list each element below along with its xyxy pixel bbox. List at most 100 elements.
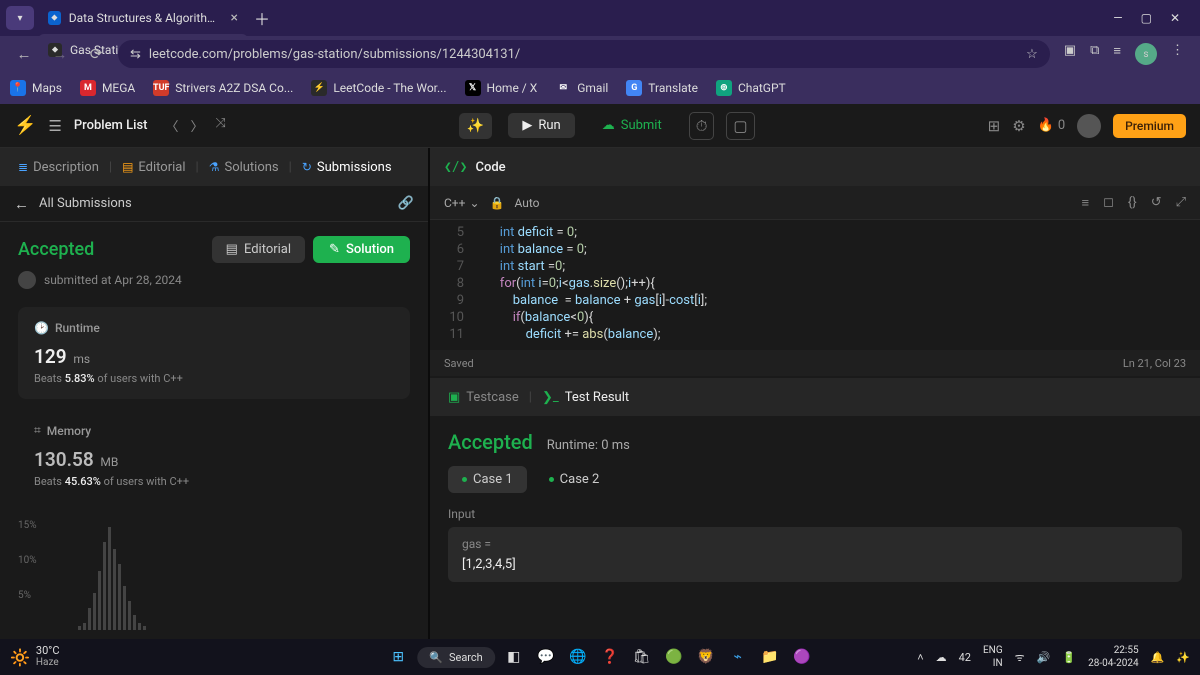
reset-icon[interactable]: ↺ xyxy=(1151,195,1162,211)
code-editor[interactable]: 567891011 int deficit = 0; int balance =… xyxy=(430,220,1200,350)
run-button[interactable]: ▶Run xyxy=(508,113,574,138)
submit-button[interactable]: ☁Submit xyxy=(587,112,677,139)
y-tick-label: 10% xyxy=(18,555,37,566)
bookmark-favicon: ⊚ xyxy=(716,80,732,96)
points-badge[interactable]: 42 xyxy=(959,651,971,664)
maximize-button[interactable]: ▢ xyxy=(1141,11,1152,25)
prev-problem-button[interactable]: 〈 xyxy=(165,116,178,135)
runtime-card[interactable]: 🕑Runtime 129 ms Beats 5.83% of users wit… xyxy=(18,307,410,399)
app-icon[interactable]: 🟣 xyxy=(789,644,815,670)
volume-icon[interactable]: 🔊 xyxy=(1037,651,1051,664)
submission-info: submitted at Apr 28, 2024 xyxy=(18,271,428,289)
close-tab-icon[interactable]: × xyxy=(231,10,238,26)
chat-icon[interactable]: 💬 xyxy=(533,644,559,670)
next-problem-button[interactable]: 〉 xyxy=(191,116,204,135)
explorer-icon[interactable]: 📁 xyxy=(757,644,783,670)
bookmark-item[interactable]: ⊚ChatGPT xyxy=(716,80,786,96)
premium-button[interactable]: Premium xyxy=(1113,114,1186,138)
back-arrow-icon[interactable]: ← xyxy=(14,195,29,213)
tab-test-result[interactable]: ❯_Test Result xyxy=(538,386,633,409)
close-window-button[interactable]: ✕ xyxy=(1170,11,1180,25)
case-tab[interactable]: Case 1 xyxy=(448,466,527,493)
link-icon[interactable]: 🔗 xyxy=(398,196,414,211)
taskbar-search[interactable]: 🔍Search xyxy=(417,647,495,668)
sidepanel-icon[interactable]: ≡ xyxy=(1113,43,1121,65)
bookmark-label: Translate xyxy=(648,81,698,95)
battery-icon[interactable]: 🔋 xyxy=(1062,651,1076,664)
copilot-icon[interactable]: ✨ xyxy=(1176,651,1190,664)
extensions-icon[interactable]: ⧉ xyxy=(1090,43,1099,65)
solution-button[interactable]: ✎Solution xyxy=(313,236,410,263)
new-tab-button[interactable]: ＋ xyxy=(248,4,276,32)
weather-widget[interactable]: 🔆 30°CHaze xyxy=(10,645,60,669)
edge-icon[interactable]: 🌐 xyxy=(565,644,591,670)
bookmark-item[interactable]: ⚡LeetCode - The Wor... xyxy=(311,80,446,96)
bookmark-item[interactable]: G Translate xyxy=(626,80,698,96)
system-tray: ˄ ☁ 42 ENGIN ᯤ 🔊 🔋 22:5528-04-2024 🔔 ✨ xyxy=(917,644,1190,670)
profile-avatar[interactable]: s xyxy=(1135,43,1157,65)
timer-icon[interactable]: ⏱ xyxy=(689,112,715,140)
bookmark-favicon: ✉ xyxy=(555,80,571,96)
list-icon[interactable]: ☰ xyxy=(48,117,61,135)
brave-icon[interactable]: 🦁 xyxy=(693,644,719,670)
help-icon[interactable]: ❓ xyxy=(597,644,623,670)
notifications-icon[interactable]: 🔔 xyxy=(1151,651,1165,664)
format-icon[interactable]: ≡ xyxy=(1081,195,1089,211)
bookmark-item[interactable]: 📍Maps xyxy=(10,80,62,96)
browser-tab[interactable]: ⬥Data Structures & Algorithms M× xyxy=(38,2,248,34)
tab-submissions[interactable]: ↻Submissions xyxy=(296,156,398,179)
cast-icon[interactable]: ▣ xyxy=(1064,43,1076,65)
dashboard-icon[interactable]: ⊞ xyxy=(988,117,1001,135)
streak-counter[interactable]: 🔥 0 xyxy=(1038,118,1066,133)
vscode-icon[interactable]: ⌁ xyxy=(725,644,751,670)
menu-icon[interactable]: ⋮ xyxy=(1171,43,1184,65)
shuffle-button[interactable]: ⤨ xyxy=(216,116,226,135)
tab-editorial[interactable]: ▤Editorial xyxy=(116,156,191,179)
memory-card[interactable]: ⌗Memory 130.58 MB Beats 45.63% of users … xyxy=(18,419,410,502)
chart-bar xyxy=(128,601,131,630)
minimize-button[interactable]: — xyxy=(1113,11,1122,25)
back-button[interactable]: ← xyxy=(10,40,38,68)
site-info-icon[interactable]: ⇆ xyxy=(130,47,141,62)
bookmark-favicon: G xyxy=(626,80,642,96)
wifi-icon[interactable]: ᯤ xyxy=(1015,650,1025,665)
bookmark-item[interactable]: TUFStrivers A2Z DSA Co... xyxy=(153,80,293,96)
notes-icon[interactable]: ▢ xyxy=(726,112,754,140)
editor-toolbar: C++ ⌄ 🔒 Auto ≡ ◻ {} ↺ ⤢ xyxy=(430,186,1200,220)
start-button[interactable]: ⊞ xyxy=(385,644,411,670)
tab-solutions[interactable]: ⚗Solutions xyxy=(203,156,285,179)
store-icon[interactable]: 🛍 xyxy=(629,644,655,670)
code-header: ❮/❯ Code xyxy=(430,148,1200,186)
case-tab[interactable]: Case 2 xyxy=(535,466,614,493)
bookmark-star-icon[interactable]: ☆ xyxy=(1026,47,1038,62)
clock[interactable]: 22:5528-04-2024 xyxy=(1088,644,1139,670)
task-view-button[interactable]: ◧ xyxy=(501,644,527,670)
user-avatar[interactable] xyxy=(1077,114,1101,138)
tab-description[interactable]: ≣Description xyxy=(12,156,105,179)
forward-button[interactable]: → xyxy=(46,40,74,68)
cloud-icon[interactable]: ☁ xyxy=(936,651,947,664)
editorial-button[interactable]: ▤Editorial xyxy=(212,236,305,263)
all-submissions-link[interactable]: All Submissions xyxy=(39,196,132,211)
problem-list-link[interactable]: Problem List xyxy=(74,118,148,133)
language-indicator[interactable]: ENGIN xyxy=(983,644,1003,670)
settings-icon[interactable]: ⚙ xyxy=(1012,117,1025,135)
address-bar[interactable]: ⇆ leetcode.com/problems/gas-station/subm… xyxy=(118,40,1050,68)
fullscreen-icon[interactable]: ⤢ xyxy=(1176,195,1186,211)
language-select[interactable]: C++ ⌄ xyxy=(444,196,480,210)
reload-button[interactable]: ⟳ xyxy=(82,40,110,68)
tab-search-dropdown[interactable]: ▾ xyxy=(6,6,34,30)
bookmark-item[interactable]: ✉Gmail xyxy=(555,80,608,96)
braces-icon[interactable]: {} xyxy=(1128,195,1137,211)
ai-assistant-button[interactable]: ✨ xyxy=(459,113,492,139)
bookmark-item[interactable]: MMEGA xyxy=(80,80,135,96)
leetcode-logo-icon[interactable]: ⚡ xyxy=(14,115,36,136)
bookmark-icon[interactable]: ◻ xyxy=(1103,195,1114,211)
tab-testcase[interactable]: ▣Testcase xyxy=(444,386,523,409)
bookmark-label: Maps xyxy=(32,81,62,95)
input-box: gas = [1,2,3,4,5] xyxy=(448,527,1182,582)
chrome-icon[interactable]: 🟢 xyxy=(661,644,687,670)
bookmark-item[interactable]: 𝕏Home / X xyxy=(465,80,538,96)
bookmark-label: Home / X xyxy=(487,81,538,95)
tray-chevron-icon[interactable]: ˄ xyxy=(917,651,923,664)
